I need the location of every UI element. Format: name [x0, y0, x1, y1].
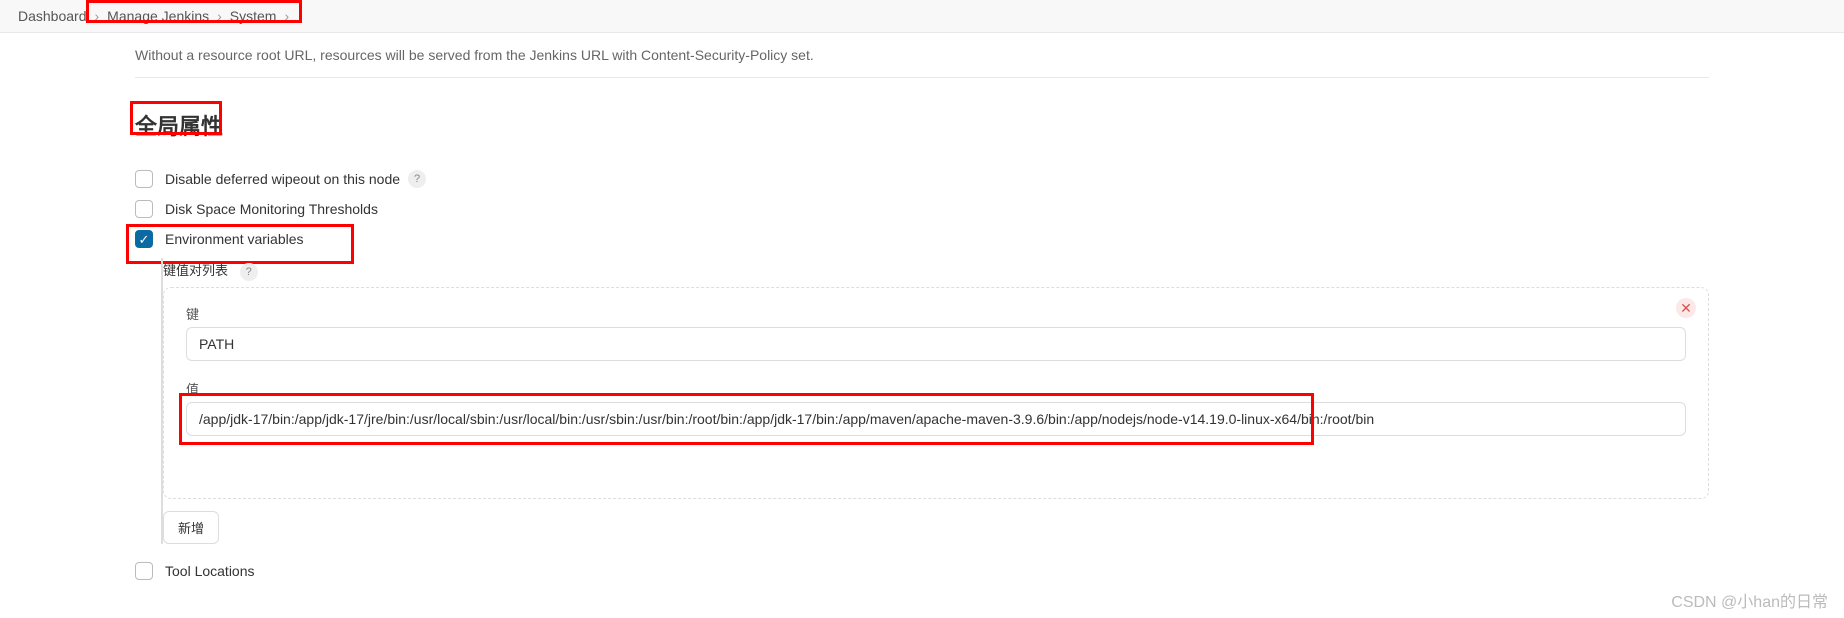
help-icon[interactable]: ?: [240, 263, 258, 281]
value-input[interactable]: [186, 402, 1686, 436]
kv-list-label: 键值对列表: [163, 263, 228, 278]
checkbox-label: Disable deferred wipeout on this node: [165, 171, 400, 187]
breadcrumb-manage-jenkins[interactable]: Manage Jenkins: [101, 6, 215, 26]
remove-button[interactable]: ✕: [1676, 298, 1696, 318]
chevron-right-icon: ›: [217, 8, 222, 24]
kv-panel: ✕ 键 值: [163, 287, 1709, 499]
checkbox-label: Tool Locations: [165, 563, 255, 579]
key-label: 键: [186, 304, 1686, 323]
checkbox-deferred-wipeout[interactable]: [135, 170, 153, 188]
chevron-right-icon: ›: [284, 8, 289, 24]
add-button[interactable]: 新增: [163, 511, 219, 544]
checkbox-tool-locations[interactable]: [135, 562, 153, 580]
value-label: 值: [186, 379, 1686, 398]
breadcrumb-system[interactable]: System: [224, 6, 283, 26]
breadcrumb-dashboard[interactable]: Dashboard: [12, 6, 93, 26]
key-input[interactable]: [186, 327, 1686, 361]
resource-url-help-text: Without a resource root URL, resources w…: [135, 33, 1709, 77]
divider: [135, 77, 1709, 78]
chevron-right-icon: ›: [95, 8, 100, 24]
checkbox-disk-space[interactable]: [135, 200, 153, 218]
breadcrumb: Dashboard › Manage Jenkins › System ›: [0, 0, 1844, 33]
checkbox-label: Environment variables: [165, 231, 304, 247]
help-icon[interactable]: ?: [408, 170, 426, 188]
section-title-global-props: 全局属性: [135, 106, 231, 144]
checkbox-label: Disk Space Monitoring Thresholds: [165, 201, 378, 217]
checkbox-env-variables[interactable]: [135, 230, 153, 248]
close-icon: ✕: [1680, 300, 1692, 317]
